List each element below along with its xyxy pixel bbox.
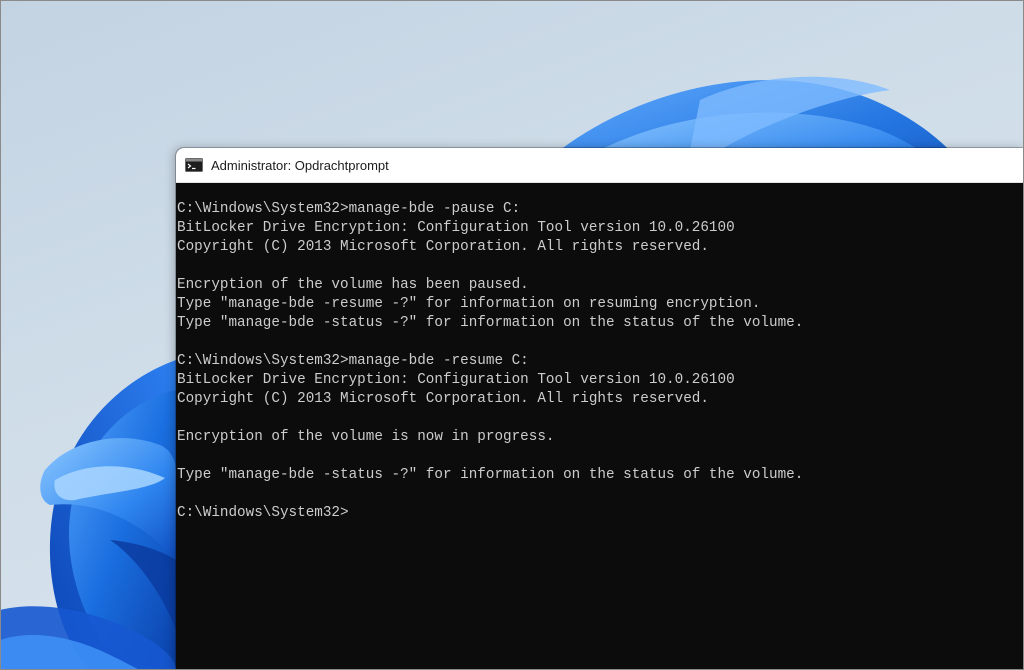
console-line: Copyright (C) 2013 Microsoft Corporation…	[177, 391, 709, 407]
console-line: Type "manage-bde -status -?" for informa…	[177, 315, 804, 331]
console-line: Type "manage-bde -resume -?" for informa…	[177, 296, 761, 312]
console-line: BitLocker Drive Encryption: Configuratio…	[177, 220, 735, 236]
console-line: Type "manage-bde -status -?" for informa…	[177, 467, 804, 483]
window-title: Administrator: Opdrachtprompt	[211, 157, 389, 173]
console-line: C:\Windows\System32>manage-bde -pause C:	[177, 201, 521, 217]
console-line: Copyright (C) 2013 Microsoft Corporation…	[177, 239, 709, 255]
console-line: BitLocker Drive Encryption: Configuratio…	[177, 372, 735, 388]
command-prompt-window[interactable]: Administrator: Opdrachtprompt C:\Windows…	[176, 148, 1024, 670]
console-line: Encryption of the volume has been paused…	[177, 277, 529, 293]
console-output[interactable]: C:\Windows\System32>manage-bde -pause C:…	[176, 183, 1024, 523]
console-line: Encryption of the volume is now in progr…	[177, 429, 555, 445]
window-titlebar[interactable]: Administrator: Opdrachtprompt	[176, 148, 1024, 183]
console-line: C:\Windows\System32>manage-bde -resume C…	[177, 353, 529, 369]
cmd-icon	[185, 158, 203, 172]
desktop-wallpaper: Administrator: Opdrachtprompt C:\Windows…	[0, 0, 1024, 670]
console-line: C:\Windows\System32>	[177, 505, 349, 521]
